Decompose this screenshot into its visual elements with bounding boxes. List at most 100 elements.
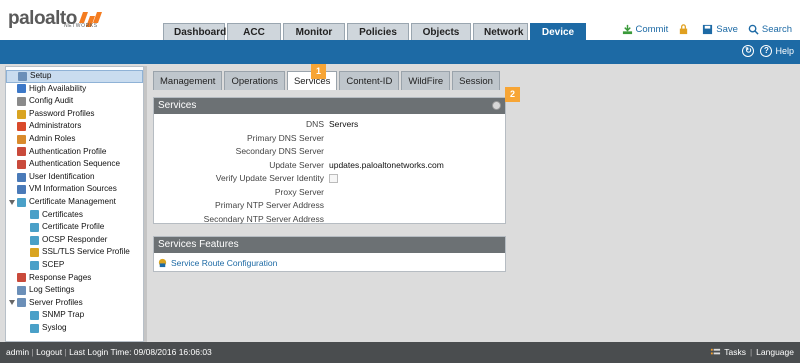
top-header: paloalto NETWORKS Dashboard ACC Monitor Pol… xyxy=(0,0,800,40)
cert-profile-icon xyxy=(30,222,39,232)
callout-badge-2: 2 xyxy=(505,87,520,102)
top-toolbar: Commit Save Search xyxy=(612,24,792,35)
config-lock-button[interactable] xyxy=(678,24,692,35)
sidebar-item-certificates[interactable]: Certificates xyxy=(6,209,143,222)
brand-tagline: NETWORKS xyxy=(64,23,98,29)
sidebar-item-label: Config Audit xyxy=(29,96,74,106)
refresh-icon[interactable]: ↻ xyxy=(742,45,755,57)
sidebar-item-authentication-sequence[interactable]: Authentication Sequence xyxy=(6,158,143,171)
last-login-time: Last Login Time: 09/08/2016 16:06:03 xyxy=(69,347,212,357)
search-button[interactable]: Search xyxy=(748,24,792,35)
sidebar-item-high-availability[interactable]: High Availability xyxy=(6,83,143,96)
sidebar-splitter[interactable] xyxy=(144,66,147,342)
sidebar-item-label: User Identification xyxy=(29,171,95,181)
subtab-content-id[interactable]: Content-ID xyxy=(339,71,400,90)
sidebar-item-admin-roles[interactable]: Admin Roles xyxy=(6,133,143,146)
response-icon xyxy=(17,273,26,283)
language-button[interactable]: Language xyxy=(756,342,794,363)
sidebar-item-snmp-trap[interactable]: SNMP Trap xyxy=(6,309,143,322)
service-row: DNS Servers xyxy=(154,118,505,132)
sidebar-item-response-pages[interactable]: Response Pages xyxy=(6,272,143,285)
sidebar-item-user-identification[interactable]: User Identification xyxy=(6,171,143,184)
sidebar-item-scep[interactable]: SCEP xyxy=(6,259,143,272)
sidebar-item-label: Admin Roles xyxy=(29,133,76,143)
setup-icon xyxy=(18,71,27,81)
service-route-config-link[interactable]: Service Route Configuration xyxy=(171,258,277,268)
save-button[interactable]: Save xyxy=(702,24,738,35)
commit-button[interactable]: Commit xyxy=(622,24,669,35)
sidebar-item-vm-information-sources[interactable]: VM Information Sources xyxy=(6,183,143,196)
subtab-operations[interactable]: Operations xyxy=(224,71,285,90)
service-field-label: Proxy Server xyxy=(274,186,324,197)
expand-triangle-icon[interactable] xyxy=(9,199,15,205)
search-icon xyxy=(748,24,759,35)
services-features-title: Services Features xyxy=(158,239,239,250)
sidebar-item-ssl-tls-service-profile[interactable]: SSL/TLS Service Profile xyxy=(6,246,143,259)
help-label[interactable]: Help xyxy=(775,46,794,56)
service-row: Primary NTP Server Address xyxy=(154,199,505,213)
service-field-label: Primary NTP Server Address xyxy=(215,200,324,210)
ocsp-icon xyxy=(30,235,39,245)
help-icon[interactable]: ? xyxy=(760,45,773,57)
sidebar-item-label: Server Profiles xyxy=(29,297,83,307)
sidebar-item-label: Syslog xyxy=(42,322,67,332)
log-icon xyxy=(17,285,26,295)
subtab-management[interactable]: Management xyxy=(153,71,223,90)
services-rows: DNS Servers Primary DNS Server Secondary DN… xyxy=(154,114,505,226)
nav-tab-monitor[interactable]: Monitor xyxy=(283,23,345,40)
roles-icon xyxy=(17,134,26,144)
sidebar-item-certificate-profile[interactable]: Certificate Profile xyxy=(6,221,143,234)
sidebar-item-config-audit[interactable]: Config Audit xyxy=(6,95,143,108)
sidebar-item-label: Certificate Profile xyxy=(42,222,105,232)
sidebar-item-label: OCSP Responder xyxy=(42,234,108,244)
nav-tab-acc[interactable]: ACC xyxy=(227,23,281,40)
nav-tab-policies[interactable]: Policies xyxy=(347,23,409,40)
tasks-button[interactable]: Tasks xyxy=(724,342,746,363)
service-row: Update Server updates.paloaltonetworks.co… xyxy=(154,159,505,173)
sidebar-item-authentication-profile[interactable]: Authentication Profile xyxy=(6,146,143,159)
nav-tab-dashboard[interactable]: Dashboard xyxy=(163,23,226,40)
sidebar-item-certificate-management[interactable]: Certificate Management xyxy=(6,196,143,209)
sidebar-item-setup[interactable]: Setup xyxy=(6,70,143,83)
commit-label: Commit xyxy=(635,24,669,35)
services-features-panel: Services Features Service Route Configur… xyxy=(153,236,506,272)
service-row: Verify Update Server Identity xyxy=(154,172,505,186)
service-field-label: Secondary NTP Server Address xyxy=(203,213,324,224)
nav-tab-device[interactable]: Device xyxy=(530,23,586,40)
service-row: Secondary NTP Server Address xyxy=(154,213,505,227)
service-field-value: updates.paloaltonetworks.com xyxy=(329,159,444,170)
verify-identity-checkbox[interactable] xyxy=(329,174,338,183)
service-route-icon xyxy=(158,258,167,268)
logout-link[interactable]: Logout xyxy=(36,347,62,357)
sidebar-item-label: Certificates xyxy=(42,209,83,219)
sidebar-item-label: High Availability xyxy=(29,83,87,93)
setup-subtabs: Management Operations Services Content-ID Wi… xyxy=(153,71,502,90)
sidebar-item-label: Response Pages xyxy=(29,272,92,282)
gear-icon[interactable] xyxy=(492,101,501,110)
subtab-wildfire[interactable]: WildFire xyxy=(401,71,451,90)
service-field-label: Update Server xyxy=(269,159,324,170)
subtab-session[interactable]: Session xyxy=(452,71,500,90)
user-id-icon xyxy=(17,172,26,182)
sidebar-item-ocsp-responder[interactable]: OCSP Responder xyxy=(6,234,143,247)
sidebar-item-label: SSL/TLS Service Profile xyxy=(42,247,130,257)
service-row: Primary DNS Server xyxy=(154,132,505,146)
sidebar-item-log-settings[interactable]: Log Settings xyxy=(6,284,143,297)
nav-tab-objects[interactable]: Objects xyxy=(411,23,471,40)
nav-tab-network[interactable]: Network xyxy=(473,23,528,40)
tasks-icon xyxy=(711,348,721,355)
sidebar-item-password-profiles[interactable]: Password Profiles xyxy=(6,108,143,121)
sidebar-item-administrators[interactable]: Administrators xyxy=(6,120,143,133)
save-icon xyxy=(703,24,713,35)
service-row: Secondary DNS Server xyxy=(154,145,505,159)
sidebar-item-label: SCEP xyxy=(42,259,65,269)
expand-triangle-icon[interactable] xyxy=(9,300,15,306)
server-profiles-icon xyxy=(17,298,26,308)
sidebar-item-server-profiles[interactable]: Server Profiles xyxy=(6,297,143,310)
search-label: Search xyxy=(761,24,792,35)
certificate-icon xyxy=(30,210,39,220)
service-field-value: Servers xyxy=(329,119,359,129)
vm-icon xyxy=(17,185,26,195)
sidebar-item-syslog[interactable]: Syslog xyxy=(6,322,143,335)
auth-seq-icon xyxy=(17,159,26,169)
